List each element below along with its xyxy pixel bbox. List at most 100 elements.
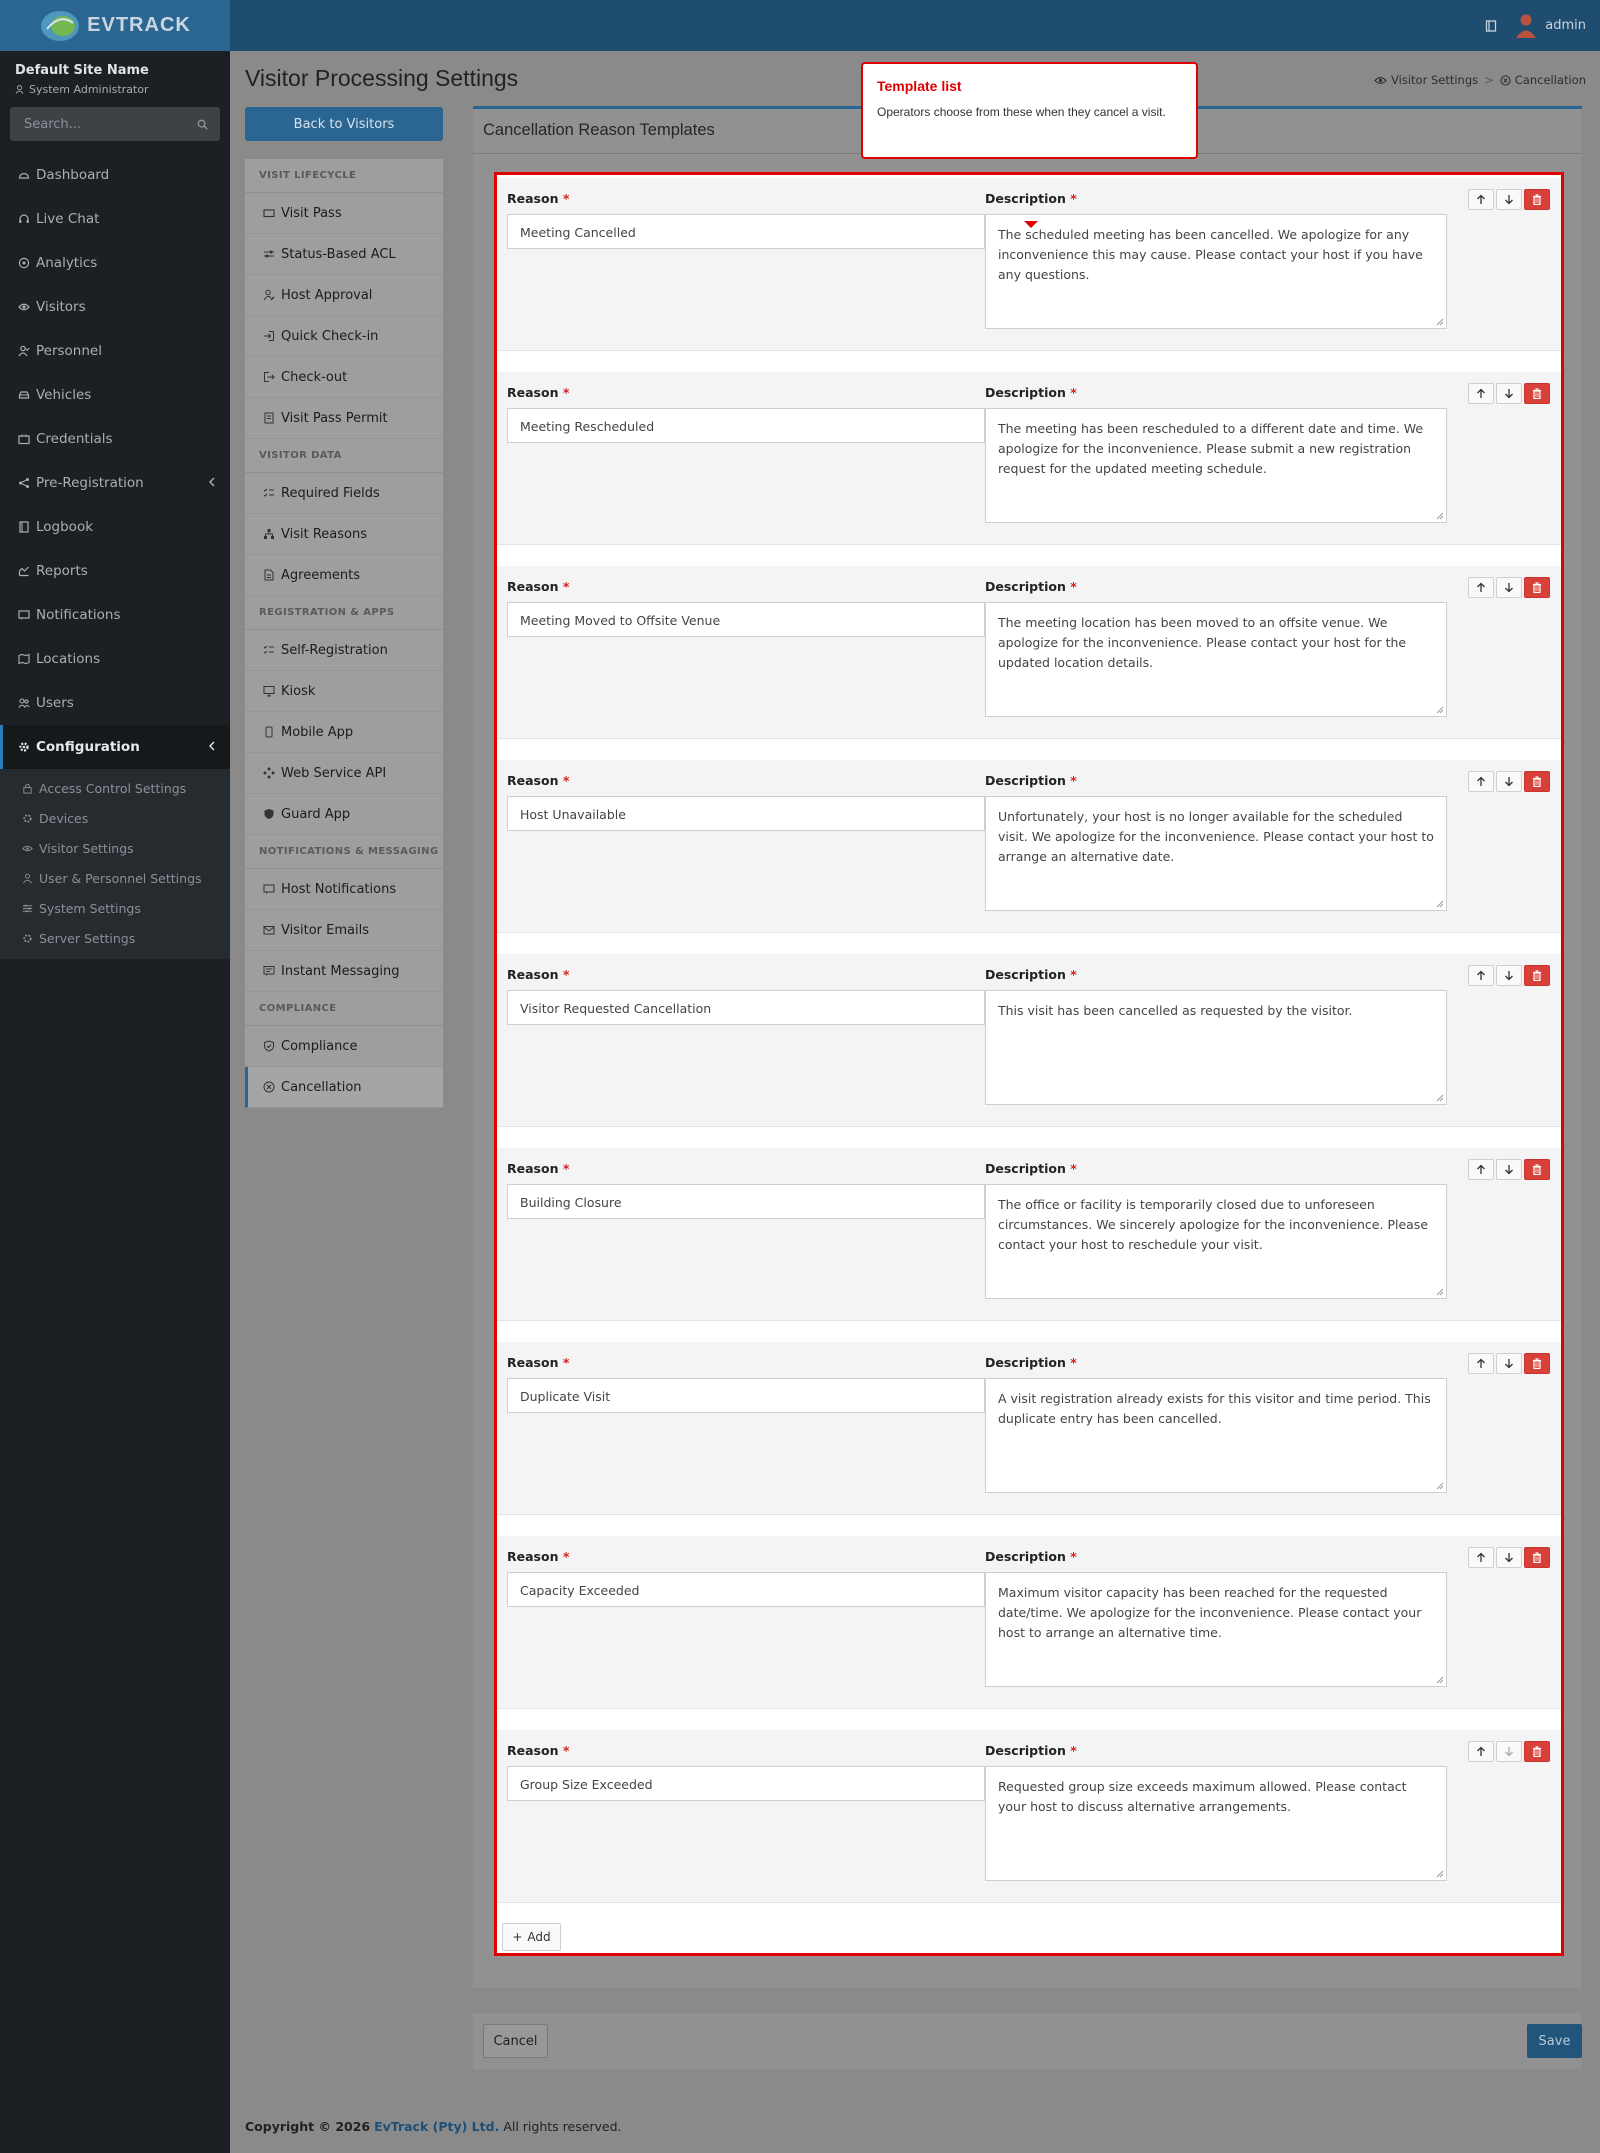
move-down-button[interactable] — [1496, 965, 1522, 986]
move-up-button[interactable] — [1468, 1353, 1494, 1374]
description-textarea[interactable]: The office or facility is temporarily cl… — [985, 1184, 1447, 1299]
description-textarea[interactable]: The scheduled meeting has been cancelled… — [985, 214, 1447, 329]
subnav-item-check-out[interactable]: Check-out — [245, 357, 443, 398]
sub-server-settings[interactable]: Server Settings — [0, 923, 230, 953]
nav-reports[interactable]: Reports — [0, 549, 230, 593]
subnav-item-host-notifications[interactable]: Host Notifications — [245, 869, 443, 910]
subnav-item-agreements[interactable]: Agreements — [245, 555, 443, 596]
nav-visitors[interactable]: Visitors — [0, 285, 230, 329]
sub-visitor-settings[interactable]: Visitor Settings — [0, 833, 230, 863]
description-textarea[interactable]: Requested group size exceeds maximum all… — [985, 1766, 1447, 1881]
reason-input[interactable]: Group Size Exceeded — [507, 1766, 985, 1801]
subnav-item-web-service-api[interactable]: Web Service API — [245, 753, 443, 794]
delete-button[interactable] — [1524, 1741, 1550, 1762]
company-link[interactable]: EvTrack (Pty) Ltd. — [374, 2119, 499, 2134]
subnav-item-host-approval[interactable]: Host Approval — [245, 275, 443, 316]
description-textarea[interactable]: The meeting has been rescheduled to a di… — [985, 408, 1447, 523]
resize-handle-icon[interactable] — [1436, 318, 1444, 326]
resize-handle-icon[interactable] — [1436, 1676, 1444, 1684]
nav-locations[interactable]: Locations — [0, 637, 230, 681]
nav-notifications[interactable]: Notifications — [0, 593, 230, 637]
description-textarea[interactable]: The meeting location has been moved to a… — [985, 602, 1447, 717]
move-up-button[interactable] — [1468, 383, 1494, 404]
subnav-item-visit-pass-permit[interactable]: Visit Pass Permit — [245, 398, 443, 439]
sub-access-control-settings[interactable]: Access Control Settings — [0, 773, 230, 803]
resize-handle-icon[interactable] — [1436, 1870, 1444, 1878]
subnav-item-status-based-acl[interactable]: Status-Based ACL — [245, 234, 443, 275]
move-down-button[interactable] — [1496, 383, 1522, 404]
nav-personnel[interactable]: Personnel — [0, 329, 230, 373]
nav-live-chat[interactable]: Live Chat — [0, 197, 230, 241]
nav-logbook[interactable]: Logbook — [0, 505, 230, 549]
subnav-item-visitor-emails[interactable]: Visitor Emails — [245, 910, 443, 951]
sidebar-search-input[interactable]: Search... — [10, 107, 220, 141]
description-textarea[interactable]: This visit has been cancelled as request… — [985, 990, 1447, 1105]
move-up-button[interactable] — [1468, 1741, 1494, 1762]
description-textarea[interactable]: Maximum visitor capacity has been reache… — [985, 1572, 1447, 1687]
delete-button[interactable] — [1524, 1159, 1550, 1180]
subnav-item-visit-reasons[interactable]: Visit Reasons — [245, 514, 443, 555]
subnav-item-self-registration[interactable]: Self-Registration — [245, 630, 443, 671]
search-icon[interactable] — [197, 119, 208, 130]
resize-handle-icon[interactable] — [1436, 512, 1444, 520]
subnav-item-guard-app[interactable]: Guard App — [245, 794, 443, 835]
move-down-button[interactable] — [1496, 1353, 1522, 1374]
nav-configuration[interactable]: Configuration — [0, 725, 230, 769]
sub-devices[interactable]: Devices — [0, 803, 230, 833]
delete-button[interactable] — [1524, 1547, 1550, 1568]
move-up-button[interactable] — [1468, 1159, 1494, 1180]
move-down-button[interactable] — [1496, 577, 1522, 598]
nav-users[interactable]: Users — [0, 681, 230, 725]
nav-credentials[interactable]: Credentials — [0, 417, 230, 461]
subnav-item-mobile-app[interactable]: Mobile App — [245, 712, 443, 753]
book-icon[interactable] — [1485, 19, 1497, 32]
move-up-button[interactable] — [1468, 577, 1494, 598]
sub-user-personnel-settings[interactable]: User & Personnel Settings — [0, 863, 230, 893]
subnav-item-visit-pass[interactable]: Visit Pass — [245, 193, 443, 234]
delete-button[interactable] — [1524, 771, 1550, 792]
cancel-button[interactable]: Cancel — [483, 2024, 548, 2058]
resize-handle-icon[interactable] — [1436, 900, 1444, 908]
reason-input[interactable]: Meeting Rescheduled — [507, 408, 985, 443]
breadcrumb-visitor-settings[interactable]: Visitor Settings — [1374, 73, 1478, 87]
back-to-visitors-button[interactable]: Back to Visitors — [245, 107, 443, 141]
description-textarea[interactable]: A visit registration already exists for … — [985, 1378, 1447, 1493]
move-up-button[interactable] — [1468, 965, 1494, 986]
delete-button[interactable] — [1524, 383, 1550, 404]
subnav-item-kiosk[interactable]: Kiosk — [245, 671, 443, 712]
resize-handle-icon[interactable] — [1436, 1288, 1444, 1296]
move-down-button[interactable] — [1496, 1547, 1522, 1568]
move-down-button[interactable] — [1496, 1159, 1522, 1180]
resize-handle-icon[interactable] — [1436, 706, 1444, 714]
nav-vehicles[interactable]: Vehicles — [0, 373, 230, 417]
add-template-button[interactable]: + Add — [502, 1923, 561, 1951]
reason-input[interactable]: Meeting Cancelled — [507, 214, 985, 249]
nav-pre-registration[interactable]: Pre-Registration — [0, 461, 230, 505]
reason-input[interactable]: Duplicate Visit — [507, 1378, 985, 1413]
description-textarea[interactable]: Unfortunately, your host is no longer av… — [985, 796, 1447, 911]
subnav-item-compliance[interactable]: Compliance — [245, 1026, 443, 1067]
delete-button[interactable] — [1524, 189, 1550, 210]
reason-input[interactable]: Building Closure — [507, 1184, 985, 1219]
move-up-button[interactable] — [1468, 1547, 1494, 1568]
brand-logo[interactable]: EVTRACK — [0, 0, 230, 51]
user-menu[interactable]: admin — [1515, 13, 1586, 39]
delete-button[interactable] — [1524, 577, 1550, 598]
reason-input[interactable]: Host Unavailable — [507, 796, 985, 831]
resize-handle-icon[interactable] — [1436, 1482, 1444, 1490]
move-up-button[interactable] — [1468, 189, 1494, 210]
nav-dashboard[interactable]: Dashboard — [0, 153, 230, 197]
subnav-item-instant-messaging[interactable]: Instant Messaging — [245, 951, 443, 992]
reason-input[interactable]: Meeting Moved to Offsite Venue — [507, 602, 985, 637]
sub-system-settings[interactable]: System Settings — [0, 893, 230, 923]
subnav-item-required-fields[interactable]: Required Fields — [245, 473, 443, 514]
subnav-item-cancellation[interactable]: Cancellation — [245, 1067, 443, 1108]
reason-input[interactable]: Capacity Exceeded — [507, 1572, 985, 1607]
delete-button[interactable] — [1524, 965, 1550, 986]
move-down-button[interactable] — [1496, 771, 1522, 792]
move-down-button[interactable] — [1496, 189, 1522, 210]
move-up-button[interactable] — [1468, 771, 1494, 792]
delete-button[interactable] — [1524, 1353, 1550, 1374]
subnav-item-quick-check-in[interactable]: Quick Check-in — [245, 316, 443, 357]
save-button[interactable]: Save — [1527, 2024, 1582, 2058]
